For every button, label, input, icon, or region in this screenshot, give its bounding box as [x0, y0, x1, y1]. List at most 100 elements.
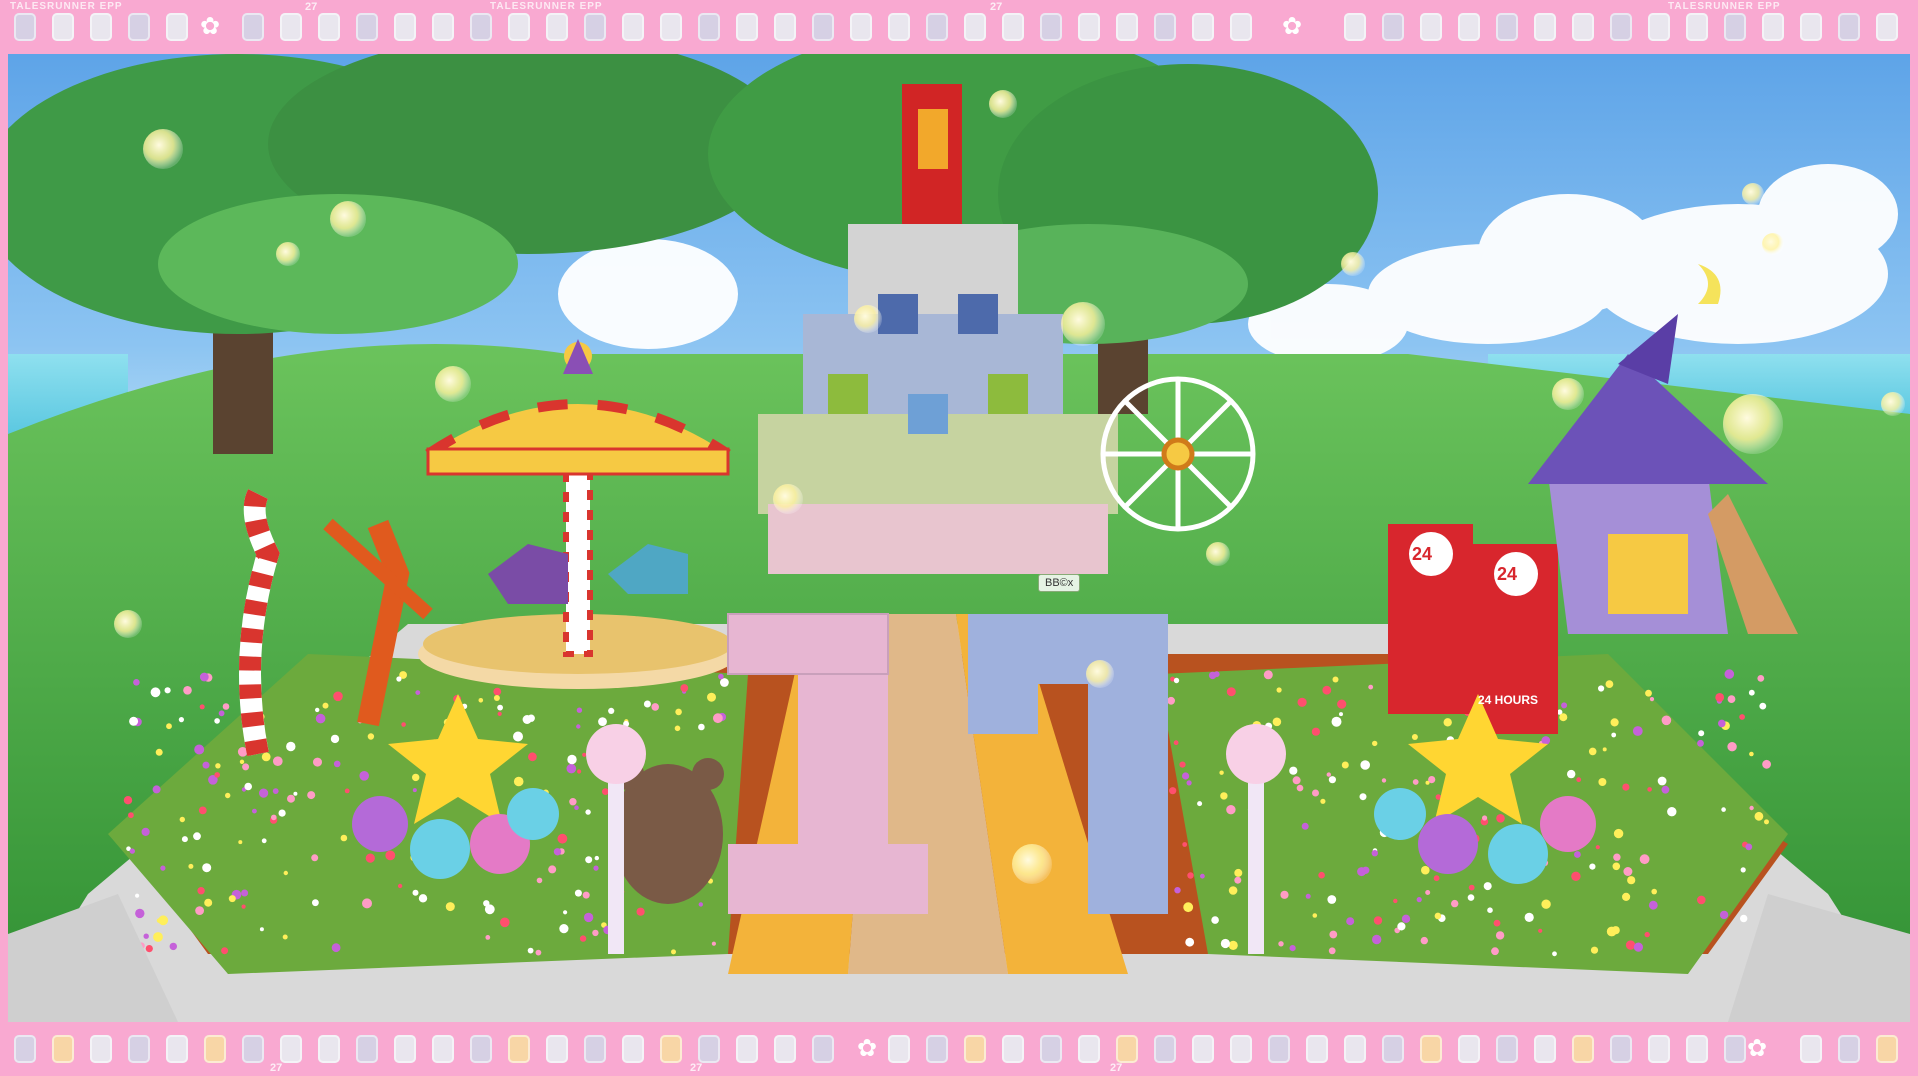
- flower: [287, 794, 295, 803]
- flower: [1697, 895, 1706, 905]
- flower: [1371, 850, 1379, 857]
- film-sprocket-hole: [128, 1035, 150, 1063]
- film-border-left: [0, 54, 8, 1022]
- flower: [1589, 863, 1596, 870]
- flower: [1627, 876, 1636, 885]
- film-sprocket-hole: [584, 1035, 606, 1063]
- flower: [418, 894, 428, 903]
- flower: [1571, 871, 1581, 881]
- flower: [577, 769, 582, 774]
- film-brand-text: TALESRUNNER EPP: [490, 1, 603, 12]
- film-sprocket-hole: [736, 1035, 758, 1063]
- flower: [271, 814, 277, 821]
- film-sprocket-hole: [1116, 1035, 1138, 1063]
- flower: [1739, 714, 1745, 720]
- vending-caption: 24 HOURS: [1478, 693, 1538, 707]
- flower: [150, 687, 161, 698]
- flower: [385, 850, 396, 861]
- flower: [1567, 769, 1576, 779]
- flower: [1715, 693, 1725, 702]
- flower: [1296, 784, 1304, 792]
- film-brand-text: TALESRUNNER EPP: [10, 1, 123, 12]
- flower: [1602, 747, 1607, 752]
- flower: [1337, 699, 1347, 709]
- flower: [1169, 787, 1177, 795]
- flower: [1397, 922, 1406, 931]
- flower: [344, 788, 350, 794]
- film-sprocket-hole: [1458, 13, 1480, 41]
- flower: [1718, 719, 1726, 728]
- flower: [1312, 913, 1318, 918]
- flower: [202, 863, 212, 873]
- flower: [1318, 871, 1325, 879]
- film-sprocket-hole: [242, 1035, 264, 1063]
- flower: [179, 816, 185, 823]
- film-border-right: [1910, 54, 1918, 1022]
- light-bubble: [435, 366, 471, 402]
- film-sprocket-hole: [1040, 1035, 1062, 1063]
- light-bubble: [1742, 183, 1764, 205]
- flower: [188, 863, 194, 869]
- flower: [307, 791, 316, 800]
- flower: [583, 912, 594, 923]
- flower: [1359, 793, 1367, 801]
- flower: [215, 763, 221, 769]
- flower: [1721, 807, 1726, 812]
- player-nametag[interactable]: BB©x: [1038, 574, 1081, 592]
- film-sprocket-hole: [204, 1035, 226, 1063]
- flower: [1360, 760, 1370, 770]
- flower: [1748, 689, 1755, 696]
- flower: [397, 883, 403, 889]
- paw-icon: ✿: [1746, 1035, 1768, 1062]
- film-sprocket-hole: [1116, 13, 1138, 41]
- film-sprocket-hole: [888, 13, 910, 41]
- flower: [585, 856, 593, 864]
- light-bubble: [330, 201, 366, 237]
- film-sprocket-hole: [1002, 1035, 1024, 1063]
- film-sprocket-hole: [1838, 1035, 1860, 1063]
- flower: [1482, 815, 1488, 821]
- flower: [1483, 882, 1492, 891]
- flower: [500, 917, 510, 928]
- flower: [1322, 685, 1332, 695]
- film-sprocket-hole: [774, 1035, 796, 1063]
- film-sprocket-hole: [52, 1035, 74, 1063]
- flower: [1645, 689, 1652, 697]
- flower: [1576, 777, 1582, 783]
- flower: [1612, 862, 1621, 871]
- film-sprocket-hole: [318, 13, 340, 41]
- flower: [711, 941, 717, 946]
- flower: [195, 906, 205, 915]
- flower: [1272, 717, 1282, 727]
- film-sprocket-hole: [1420, 13, 1442, 41]
- flower: [242, 763, 250, 771]
- flower: [415, 690, 421, 695]
- film-sprocket-hole: [1610, 13, 1632, 41]
- film-sprocket-hole: [90, 1035, 112, 1063]
- flower: [528, 752, 537, 762]
- flower: [1633, 942, 1643, 952]
- flower: [1289, 766, 1298, 775]
- flower: [228, 895, 236, 903]
- flower: [1276, 687, 1282, 693]
- film-sprocket-hole: [1192, 13, 1214, 41]
- flower: [1220, 792, 1228, 800]
- flower: [169, 942, 177, 951]
- flower: [153, 932, 163, 942]
- film-sprocket-hole: [166, 13, 188, 41]
- flower: [1649, 697, 1655, 702]
- flower: [1468, 884, 1475, 891]
- game-scene: 1 7 24 24 24 HOURS BB©x: [8, 54, 1910, 1022]
- flower: [522, 715, 532, 724]
- flower: [311, 854, 319, 862]
- flower: [707, 692, 716, 702]
- film-sprocket-hole: [1724, 13, 1746, 41]
- flower: [283, 870, 288, 876]
- film-sprocket-hole: [508, 1035, 530, 1063]
- film-sprocket-hole: [1230, 13, 1252, 41]
- flower: [1745, 843, 1753, 851]
- film-sprocket-hole: [660, 13, 682, 41]
- light-bubble: [1552, 378, 1584, 410]
- ferris-wheel: [1100, 376, 1256, 532]
- flower: [1381, 778, 1387, 783]
